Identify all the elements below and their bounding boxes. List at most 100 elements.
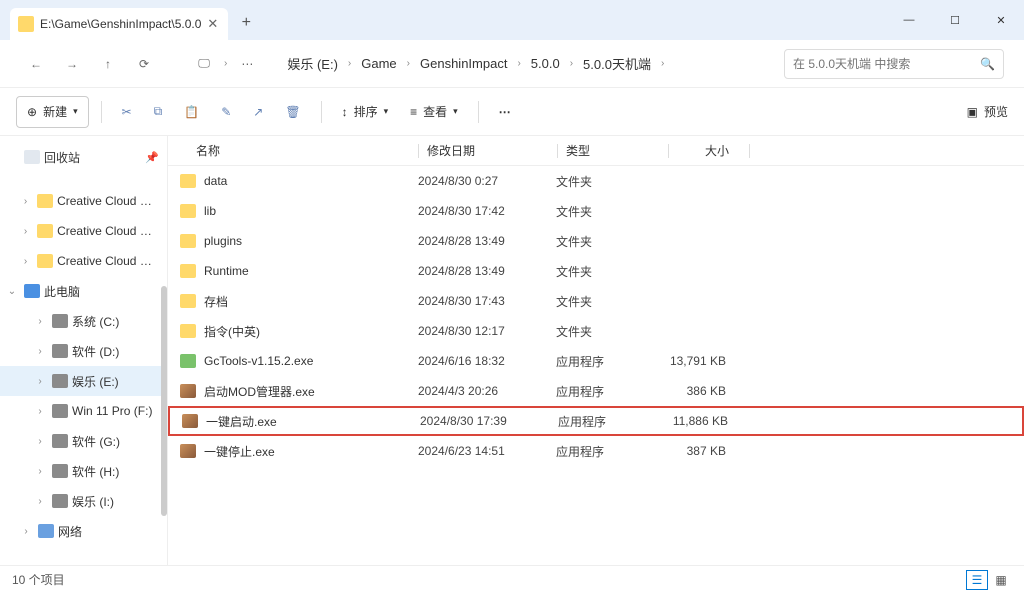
chevron-icon[interactable]: › [32, 376, 48, 387]
sidebar-item[interactable]: ›Win 11 Pro (F:) [0, 396, 167, 426]
close-tab-button[interactable]: ✕ [207, 16, 218, 32]
tab-active[interactable]: E:\Game\GenshinImpact\5.0.0 ✕ [10, 8, 228, 40]
exe-icon [180, 384, 196, 398]
breadcrumb-item[interactable]: 5.0.0 [523, 52, 568, 75]
exe-icon [182, 414, 198, 428]
chevron-right-icon[interactable]: › [348, 58, 351, 69]
search-icon[interactable]: 🔍 [980, 57, 995, 71]
file-row[interactable]: plugins2024/8/28 13:49文件夹 [168, 226, 1024, 256]
column-type[interactable]: 类型 [558, 142, 668, 159]
back-button[interactable]: ← [20, 48, 52, 80]
drive-icon [52, 344, 68, 358]
chevron-icon[interactable]: › [32, 346, 48, 357]
sidebar-item[interactable]: ›Creative Cloud Files [0, 246, 167, 276]
preview-button[interactable]: ▣ 预览 [967, 103, 1008, 120]
folder-icon [180, 324, 196, 338]
chevron-right-icon[interactable]: › [570, 58, 573, 69]
breadcrumb-item[interactable]: Game [353, 52, 404, 75]
exe-icon [180, 444, 196, 458]
new-button[interactable]: ⊕ 新建 ▾ [16, 96, 89, 128]
refresh-button[interactable]: ⟳ [128, 48, 160, 80]
file-row[interactable]: 启动MOD管理器.exe2024/4/3 20:26应用程序386 KB [168, 376, 1024, 406]
file-row[interactable]: GcTools-v1.15.2.exe2024/6/16 18:32应用程序13… [168, 346, 1024, 376]
file-row[interactable]: 一键启动.exe2024/8/30 17:39应用程序11,886 KB [168, 406, 1024, 436]
up-button[interactable]: ↑ [92, 48, 124, 80]
breadcrumb-item[interactable]: GenshinImpact [412, 52, 515, 75]
cut-button[interactable]: ✂ [114, 96, 140, 128]
file-list: 名称 修改日期 类型 大小 data2024/8/30 0:27文件夹lib20… [168, 136, 1024, 565]
file-date: 2024/8/28 13:49 [418, 234, 556, 248]
sidebar-item-label: 软件 (G:) [72, 433, 120, 450]
file-type: 应用程序 [556, 443, 666, 460]
sidebar-item-recycle[interactable]: 回收站 📌 [0, 142, 167, 172]
breadcrumb-item[interactable]: 5.0.0天机端 [575, 50, 659, 77]
sidebar-item[interactable]: ›娱乐 (E:) [0, 366, 167, 396]
chevron-icon[interactable]: › [18, 226, 33, 237]
share-button[interactable]: ↗ [245, 96, 271, 128]
chevron-icon[interactable]: ⌄ [4, 286, 20, 297]
chevron-right-icon[interactable]: › [407, 58, 410, 69]
chevron-icon[interactable]: › [18, 196, 33, 207]
sidebar-item[interactable]: ›Creative Cloud Files [0, 186, 167, 216]
chevron-icon[interactable]: › [18, 256, 33, 267]
chevron-icon[interactable]: › [32, 436, 48, 447]
delete-button[interactable]: 🗑 [277, 96, 308, 128]
chevron-icon[interactable]: › [32, 496, 48, 507]
drive-icon [52, 374, 68, 388]
sidebar-item[interactable]: ⌄此电脑 [0, 276, 167, 306]
sidebar-item[interactable]: ›网络 [0, 516, 167, 546]
file-row[interactable]: 指令(中英)2024/8/30 12:17文件夹 [168, 316, 1024, 346]
chevron-icon[interactable]: › [18, 526, 34, 537]
sidebar-item[interactable]: ›Creative Cloud Files [0, 216, 167, 246]
copy-button[interactable]: ⧉ [146, 96, 171, 128]
file-row[interactable]: Runtime2024/8/28 13:49文件夹 [168, 256, 1024, 286]
view-button[interactable]: ≡ 查看 ▾ [402, 103, 466, 120]
file-size: 13,791 KB [666, 354, 746, 368]
file-row[interactable]: lib2024/8/30 17:42文件夹 [168, 196, 1024, 226]
icons-view-button[interactable]: ▦ [990, 570, 1012, 590]
sidebar-item[interactable]: ›系统 (C:) [0, 306, 167, 336]
paste-button[interactable]: 📋 [176, 96, 207, 128]
sort-button[interactable]: ↕ 排序 ▾ [334, 103, 397, 120]
sidebar-item[interactable]: ›软件 (H:) [0, 456, 167, 486]
sidebar-item[interactable]: ›娱乐 (I:) [0, 486, 167, 516]
window-controls: — ☐ ✕ [886, 0, 1024, 40]
search-input[interactable] [793, 57, 974, 71]
file-type: 应用程序 [558, 413, 668, 430]
tab-title: E:\Game\GenshinImpact\5.0.0 [40, 17, 201, 31]
forward-button[interactable]: → [56, 48, 88, 80]
new-label: 新建 [43, 103, 67, 120]
folder-icon [37, 194, 53, 208]
more-button[interactable]: ⋯ [491, 96, 519, 128]
maximize-button[interactable]: ☐ [932, 0, 978, 40]
file-name: 一键启动.exe [206, 413, 420, 430]
rename-button[interactable]: ✎ [213, 96, 239, 128]
file-row[interactable]: 存档2024/8/30 17:43文件夹 [168, 286, 1024, 316]
sidebar-item[interactable]: › 软件 (D:) [0, 336, 167, 366]
folder-icon [37, 224, 53, 238]
chevron-icon[interactable]: › [32, 466, 48, 477]
details-view-button[interactable]: ☰ [966, 570, 988, 590]
new-tab-button[interactable]: + [232, 9, 260, 37]
column-name[interactable]: 名称 [168, 142, 418, 159]
file-row[interactable]: 一键停止.exe2024/6/23 14:51应用程序387 KB [168, 436, 1024, 466]
sidebar-item[interactable]: › 软件 (G:) [0, 426, 167, 456]
pin-icon[interactable]: 📌 [145, 151, 159, 164]
preview-icon: ▣ [967, 105, 978, 119]
chevron-icon[interactable]: › [32, 406, 48, 417]
column-size[interactable]: 大小 [669, 142, 749, 159]
monitor-icon[interactable]: 🖵 [188, 48, 220, 80]
minimize-button[interactable]: — [886, 0, 932, 40]
more-breadcrumb[interactable]: ⋯ [231, 48, 263, 80]
scrollbar-thumb[interactable] [161, 286, 167, 516]
plus-icon: ⊕ [27, 105, 37, 119]
search-box[interactable]: 🔍 [784, 49, 1004, 79]
breadcrumb-item[interactable]: 娱乐 (E:) [279, 50, 346, 77]
folder-icon [180, 234, 196, 248]
close-button[interactable]: ✕ [978, 0, 1024, 40]
column-date[interactable]: 修改日期 [419, 142, 557, 159]
sidebar-item-label: 软件 (D:) [72, 343, 119, 360]
file-row[interactable]: data2024/8/30 0:27文件夹 [168, 166, 1024, 196]
chevron-icon[interactable]: › [32, 316, 48, 327]
chevron-right-icon[interactable]: › [517, 58, 520, 69]
